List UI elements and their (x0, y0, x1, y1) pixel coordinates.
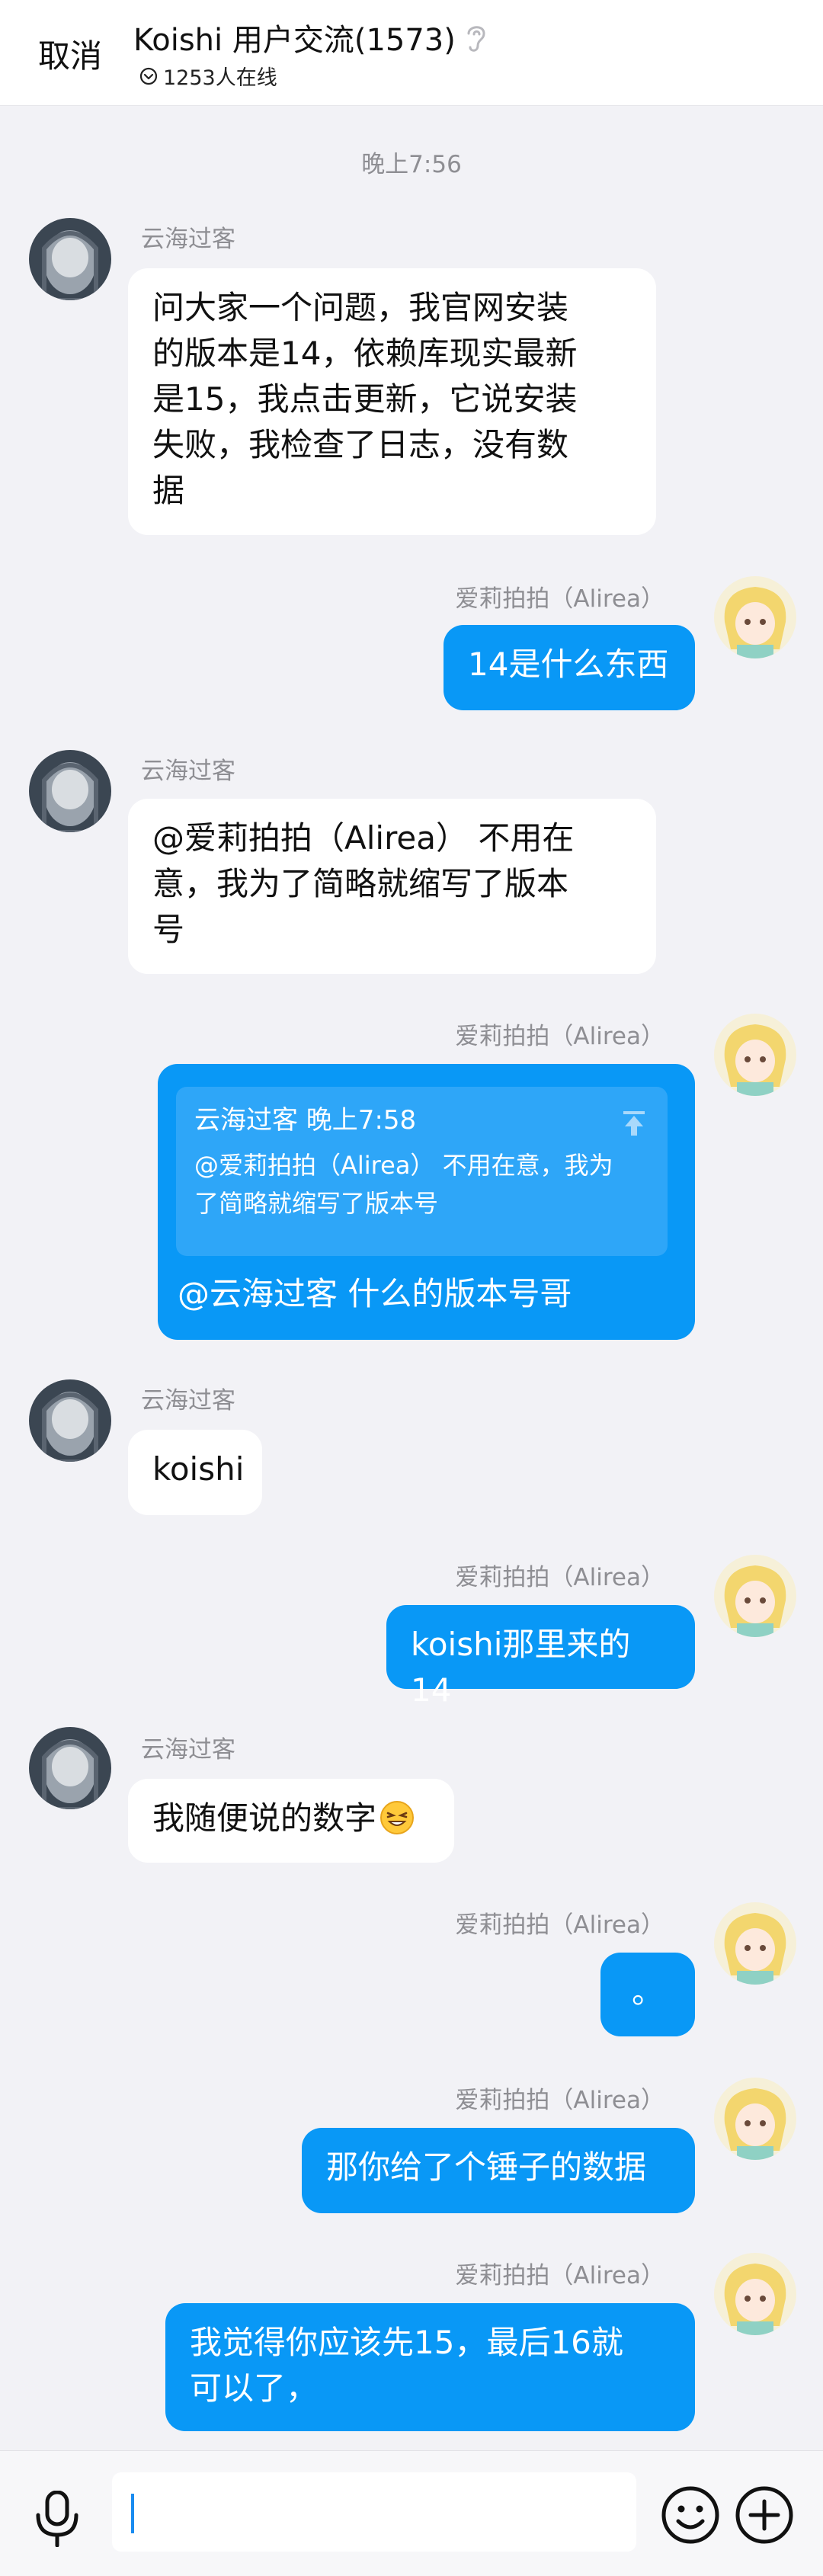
sender-name: 云海过客 (141, 1736, 235, 1764)
avatar-yunhai[interactable] (29, 1727, 111, 1809)
message-line: 那你给了个锤子的数据 (326, 2148, 647, 2186)
mic-icon[interactable] (32, 2491, 82, 2547)
quote-jump-icon[interactable] (619, 1108, 649, 1139)
group-title[interactable]: Koishi 用户交流(1573) (133, 15, 456, 59)
quoted-message[interactable]: 云海过客 晚上7:58 @爱莉拍拍（Alirea） 不用在意，我为 了简略就缩写… (176, 1087, 668, 1256)
ear-icon[interactable] (461, 20, 492, 55)
grin-emoji (380, 1801, 415, 1834)
sender-name: 爱莉拍拍（Alirea） (455, 2262, 664, 2289)
message-line: @爱莉拍拍（Alirea） 不用在 (152, 819, 575, 857)
sender-name: 云海过客 (141, 758, 235, 785)
message-line: 14是什么东西 (468, 646, 669, 683)
message-line: koishi (152, 1450, 245, 1488)
message-bubble[interactable]: 14是什么东西 (444, 625, 695, 710)
avatar-yunhai[interactable] (29, 218, 111, 300)
avatar-yunhai[interactable] (29, 1379, 111, 1462)
avatar-alirea[interactable] (714, 1014, 796, 1096)
sender-name: 爱莉拍拍（Alirea） (455, 2087, 664, 2114)
quote-body: @爱莉拍拍（Alirea） 不用在意，我为 了简略就缩写了版本号 (194, 1146, 649, 1222)
message-bubble[interactable]: koishi (128, 1430, 262, 1515)
sender-name: 爱莉拍拍（Alirea） (455, 585, 664, 613)
avatar-alirea[interactable] (714, 1555, 796, 1637)
avatar-yunhai[interactable] (29, 750, 111, 832)
reply-text: @云海过客 什么的版本号哥 (178, 1275, 572, 1312)
sender-name: 云海过客 (141, 1387, 235, 1415)
message-line: 。 (631, 1973, 664, 2010)
sender-name: 爱莉拍拍（Alirea） (455, 1564, 664, 1591)
message-line: 我觉得你应该先15，最后16就 (190, 2324, 623, 2361)
message-bubble[interactable]: koishi那里来的14 (386, 1605, 695, 1709)
message-bubble[interactable]: 。 (600, 1953, 695, 2036)
message-bubble[interactable]: 问大家一个问题，我官网安装 的版本是14，依赖库现实最新 是15，我点击更新，它… (128, 268, 656, 535)
sender-name: 爱莉拍拍（Alirea） (455, 1023, 664, 1050)
message-line: 是15，我点击更新，它说安装 (152, 380, 578, 418)
message-bubble[interactable]: @爱莉拍拍（Alirea） 不用在 意，我为了简略就缩写了版本 号 (128, 799, 656, 974)
message-line: koishi那里来的14 (411, 1626, 631, 1709)
plus-icon[interactable] (734, 2485, 795, 2546)
message-input[interactable] (112, 2472, 636, 2552)
message-line: 意，我为了简略就缩写了版本 (152, 865, 569, 902)
avatar-alirea[interactable] (714, 1902, 796, 1985)
emoji-icon[interactable] (660, 2485, 721, 2546)
message-line: 失败，我检查了日志，没有数 (152, 426, 569, 463)
online-count-text: 1253人在线 (163, 66, 277, 90)
message-line: 问大家一个问题，我官网安装 (152, 289, 569, 326)
avatar-alirea[interactable] (714, 2253, 796, 2335)
online-count: 1253人在线 (139, 61, 277, 91)
cancel-button[interactable]: 取消 (38, 30, 102, 77)
online-status-icon (139, 67, 158, 85)
message-line: 的版本是14，依赖库现实最新 (152, 335, 578, 372)
message-line: 据 (152, 472, 185, 509)
quote-line: 了简略就缩写了版本号 (194, 1189, 439, 1218)
text-cursor (131, 2494, 134, 2533)
avatar-alirea[interactable] (714, 576, 796, 658)
message-bubble[interactable]: 我随便说的数字 (128, 1779, 454, 1863)
time-divider: 晚上7:56 (361, 151, 462, 178)
sender-name: 云海过客 (141, 226, 235, 253)
chat-header: 取消 Koishi 用户交流(1573) 1253人在线 (0, 0, 823, 106)
sender-name: 爱莉拍拍（Alirea） (455, 1911, 664, 1939)
avatar-alirea[interactable] (714, 2078, 796, 2160)
message-line: 我随便说的数字 (152, 1799, 377, 1837)
message-bubble[interactable]: 云海过客 晚上7:58 @爱莉拍拍（Alirea） 不用在意，我为 了简略就缩写… (158, 1064, 695, 1340)
input-bar (0, 2450, 823, 2576)
message-bubble[interactable]: 我觉得你应该先15，最后16就 可以了， (165, 2303, 695, 2431)
message-line: 号 (152, 911, 185, 948)
message-line: 可以了， (190, 2369, 319, 2407)
message-bubble[interactable]: 那你给了个锤子的数据 (302, 2128, 695, 2213)
quote-header: 云海过客 晚上7:58 (194, 1105, 417, 1136)
quote-line: @爱莉拍拍（Alirea） 不用在意，我为 (194, 1151, 613, 1180)
